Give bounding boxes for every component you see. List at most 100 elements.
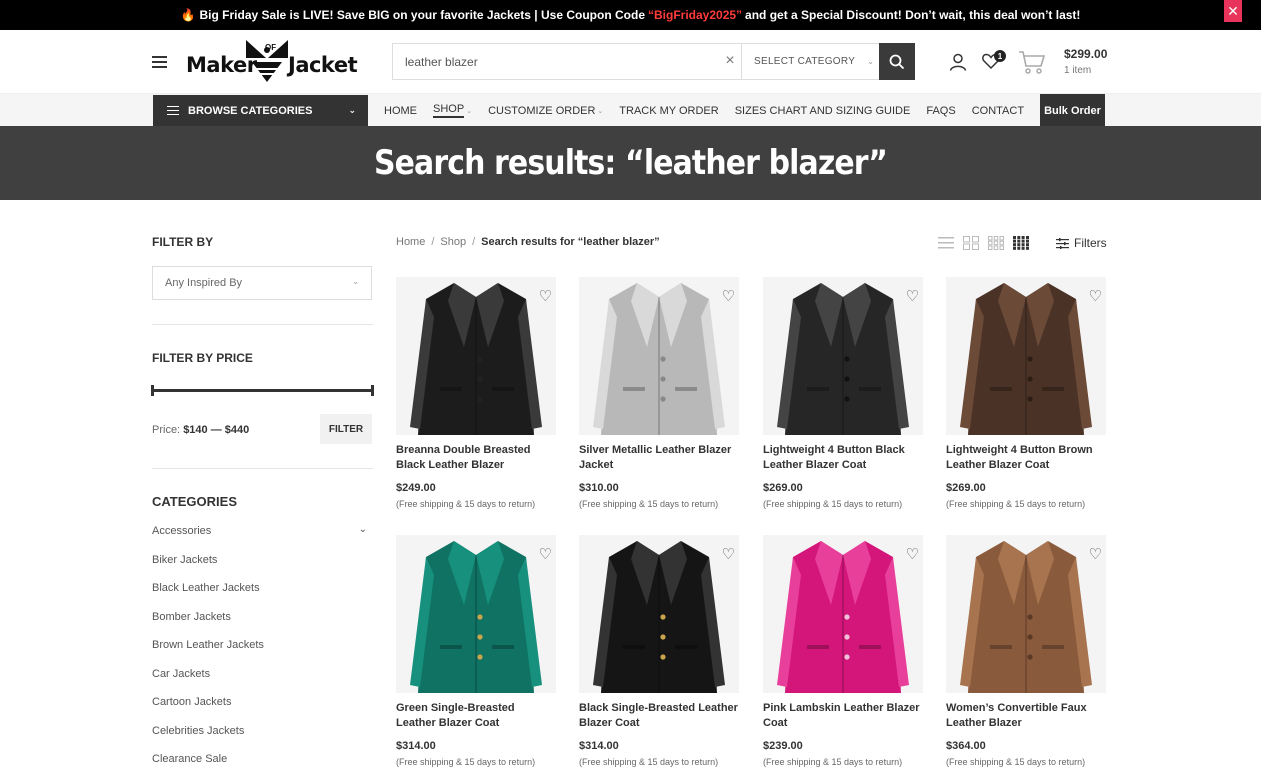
product-card[interactable]: ♡ Black Single-Breasted Leather Blazer Co…: [579, 535, 739, 767]
price-slider-min-handle[interactable]: [151, 385, 154, 396]
promo-coupon: “BigFriday2025”: [648, 8, 743, 22]
jacket-image-icon: [396, 277, 556, 435]
category-item[interactable]: Car Jackets: [152, 668, 373, 697]
category-select[interactable]: SELECT CATEGORY ⌄: [741, 44, 879, 79]
user-account-icon[interactable]: [948, 52, 968, 72]
product-name[interactable]: Silver Metallic Leather Blazer Jacket: [579, 443, 739, 473]
product-image[interactable]: ♡: [579, 535, 739, 693]
nav-contact[interactable]: CONTACT: [972, 105, 1024, 117]
category-item[interactable]: Clearance Sale: [152, 753, 373, 773]
product-image[interactable]: ♡: [763, 277, 923, 435]
grid-3-view-icon[interactable]: [988, 236, 1004, 250]
grid-2-view-icon[interactable]: [963, 236, 979, 250]
add-to-wishlist-heart-icon[interactable]: ♡: [906, 545, 919, 563]
product-price: $314.00: [396, 740, 436, 752]
filters-toggle[interactable]: Filters: [1056, 236, 1107, 250]
nav-home[interactable]: HOME: [384, 105, 417, 117]
nav-home-label: HOME: [384, 104, 417, 117]
nav-faqs[interactable]: FAQS: [926, 105, 955, 117]
product-image[interactable]: ♡: [579, 277, 739, 435]
category-list: Accessories ⌄ Biker Jackets Black Leather…: [152, 524, 373, 773]
close-icon[interactable]: ✕: [1224, 0, 1242, 22]
add-to-wishlist-heart-icon[interactable]: ♡: [722, 287, 735, 305]
chevron-down-icon[interactable]: ⌄: [359, 524, 367, 535]
site-logo[interactable]: Maker OF Jacket: [186, 38, 368, 84]
product-card[interactable]: ♡ Lightweight 4 Button Black Leather Blaz…: [763, 277, 923, 509]
breadcrumb-shop[interactable]: Shop: [440, 236, 466, 248]
filter-price-button[interactable]: FILTER: [320, 414, 372, 444]
main-navbar: BROWSE CATEGORIES ⌄ HOME SHOP ⌄ CUSTOMIZE…: [0, 93, 1261, 127]
category-label: Accessories: [152, 525, 212, 537]
jacket-image-icon: [946, 535, 1106, 693]
browse-categories-label: BROWSE CATEGORIES: [188, 104, 313, 117]
product-name[interactable]: Lightweight 4 Button Brown Leather Blaze…: [946, 443, 1106, 473]
product-image[interactable]: ♡: [396, 535, 556, 693]
product-name[interactable]: Pink Lambskin Leather Blazer Coat: [763, 701, 923, 731]
product-shipping-note: (Free shipping & 15 days to return): [579, 757, 719, 767]
category-label: Cartoon Jackets: [152, 696, 232, 708]
category-label: Brown Leather Jackets: [152, 639, 264, 651]
price-range-value: $140 — $440: [183, 424, 250, 436]
promo-text-after: and get a Special Discount! Don’t wait, …: [745, 8, 1081, 22]
logo-word-jacket: Jacket: [288, 53, 358, 77]
search-input[interactable]: [393, 44, 727, 79]
product-image[interactable]: ♡: [946, 535, 1106, 693]
cart-icon[interactable]: [1018, 49, 1046, 75]
add-to-wishlist-heart-icon[interactable]: ♡: [539, 287, 552, 305]
category-item[interactable]: Accessories ⌄: [152, 524, 373, 554]
category-item[interactable]: Black Leather Jackets: [152, 582, 373, 611]
product-card[interactable]: ♡ Green Single-Breasted Leather Blazer Co…: [396, 535, 556, 767]
cart-total[interactable]: $299.00: [1064, 47, 1107, 61]
category-label: Car Jackets: [152, 667, 211, 680]
product-name[interactable]: Breanna Double Breasted Black Leather Bl…: [396, 443, 556, 473]
product-name[interactable]: Lightweight 4 Button Black Leather Blaze…: [763, 443, 923, 473]
page-title: Search results: “leather blazer”: [373, 143, 888, 183]
search-button[interactable]: [879, 43, 915, 80]
nav-customize-order[interactable]: CUSTOMIZE ORDER ⌄: [488, 105, 603, 117]
inspired-by-select[interactable]: Any Inspired By ⌄: [152, 266, 372, 300]
category-item[interactable]: Bomber Jackets: [152, 611, 373, 640]
add-to-wishlist-heart-icon[interactable]: ♡: [1089, 545, 1102, 563]
bulk-order-button[interactable]: Bulk Order: [1040, 94, 1105, 127]
price-label: Price:: [152, 424, 181, 436]
nav-shop[interactable]: SHOP ⌄: [433, 103, 472, 118]
category-item[interactable]: Celebrities Jackets: [152, 725, 373, 754]
category-item[interactable]: Brown Leather Jackets: [152, 639, 373, 668]
nav-customize-label: CUSTOMIZE ORDER: [488, 104, 596, 117]
product-image[interactable]: ♡: [763, 535, 923, 693]
add-to-wishlist-heart-icon[interactable]: ♡: [539, 545, 552, 563]
product-card[interactable]: ♡ Women’s Convertible Faux Leather Blazer…: [946, 535, 1106, 767]
grid-4-view-icon[interactable]: [1013, 236, 1029, 250]
chevron-down-icon: ⌄: [352, 277, 359, 286]
price-slider-max-handle[interactable]: [371, 385, 374, 396]
menu-icon[interactable]: [152, 56, 167, 68]
add-to-wishlist-heart-icon[interactable]: ♡: [1089, 287, 1102, 305]
clear-search-icon[interactable]: ×: [723, 53, 737, 69]
product-card[interactable]: ♡ Pink Lambskin Leather Blazer Coat $239.0…: [763, 535, 923, 767]
nav-sizes-chart[interactable]: SIZES CHART AND SIZING GUIDE: [735, 105, 911, 117]
nav-sizes-label: SIZES CHART AND SIZING GUIDE: [734, 104, 911, 117]
product-card[interactable]: ♡ Lightweight 4 Button Brown Leather Blaz…: [946, 277, 1106, 509]
nav-links: HOME SHOP ⌄ CUSTOMIZE ORDER ⌄ TRACK MY ORD…: [384, 94, 1040, 127]
category-item[interactable]: Cartoon Jackets: [152, 696, 373, 725]
product-name[interactable]: Women’s Convertible Faux Leather Blazer: [946, 701, 1106, 731]
product-card[interactable]: ♡ Silver Metallic Leather Blazer Jacket $3…: [579, 277, 739, 509]
view-toggles: [938, 236, 1038, 250]
product-image[interactable]: ♡: [946, 277, 1106, 435]
category-item[interactable]: Biker Jackets: [152, 554, 373, 583]
sidebar-divider: [152, 324, 373, 325]
price-slider[interactable]: [151, 385, 374, 396]
breadcrumb-home[interactable]: Home: [396, 236, 425, 248]
product-card[interactable]: ♡ Breanna Double Breasted Black Leather B…: [396, 277, 556, 509]
product-name[interactable]: Green Single-Breasted Leather Blazer Coa…: [396, 701, 556, 731]
product-name[interactable]: Black Single-Breasted Leather Blazer Coa…: [579, 701, 739, 731]
fire-icon: 🔥: [180, 8, 196, 22]
add-to-wishlist-heart-icon[interactable]: ♡: [722, 545, 735, 563]
nav-track-order[interactable]: TRACK MY ORDER: [619, 105, 718, 117]
filter-sliders-icon: [1056, 237, 1069, 249]
product-image[interactable]: ♡: [396, 277, 556, 435]
category-label: Bomber Jackets: [152, 610, 231, 623]
browse-categories-button[interactable]: BROWSE CATEGORIES ⌄: [153, 95, 368, 126]
list-view-icon[interactable]: [938, 236, 954, 250]
add-to-wishlist-heart-icon[interactable]: ♡: [906, 287, 919, 305]
